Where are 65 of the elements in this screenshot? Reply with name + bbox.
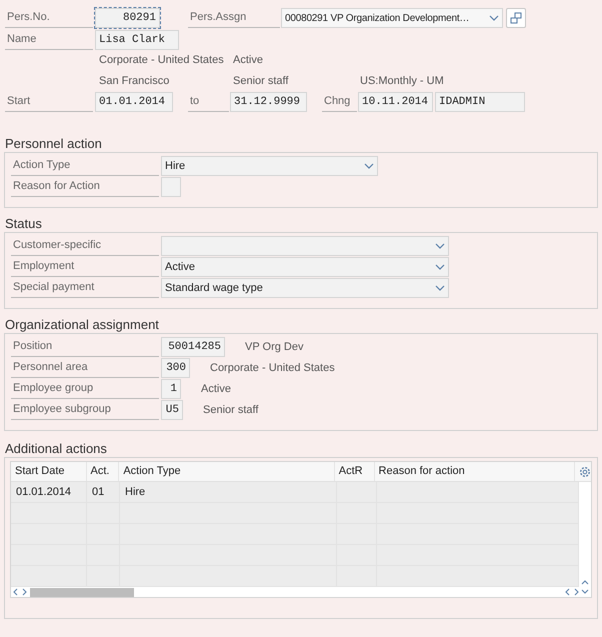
scroll-left-right-icon[interactable] <box>565 588 579 596</box>
column-header[interactable]: ActR <box>334 462 375 481</box>
input-field[interactable]: 300 <box>161 358 190 378</box>
input-field[interactable]: 01.01.2014 <box>95 92 173 112</box>
field-label: Employee group <box>11 379 159 399</box>
dropdown-field[interactable] <box>161 236 449 256</box>
field-description: VP Org Dev <box>245 340 304 355</box>
column-header[interactable]: Action Type <box>119 462 335 481</box>
table-cell: 01 <box>87 482 120 502</box>
dropdown-field[interactable]: Standard wage type <box>161 278 449 298</box>
column-header[interactable]: Reason for action <box>374 462 576 481</box>
section-title: Status <box>4 216 43 232</box>
section-title: Organizational assignment <box>4 317 160 333</box>
scrollbar-thumb[interactable] <box>30 588 134 596</box>
field-label: Pers.Assgn <box>188 8 280 28</box>
info-text: Active <box>233 53 264 68</box>
chevron-down-icon <box>435 264 445 270</box>
field-label: Chng <box>322 92 357 112</box>
input-field[interactable]: 50014285 <box>161 337 225 357</box>
input-field[interactable]: 10.11.2014 <box>358 92 433 112</box>
field-label: Employment <box>11 257 159 277</box>
two-windows-icon <box>510 12 522 24</box>
column-header[interactable]: Start Date <box>11 462 86 481</box>
field-label: Employee subgroup <box>11 400 159 420</box>
chevron-down-icon <box>489 15 499 21</box>
scroll-down-icon[interactable] <box>581 589 589 595</box>
section-title: Additional actions <box>4 441 108 457</box>
field-description: Senior staff <box>203 402 258 418</box>
switch-assignment-button[interactable] <box>506 8 526 28</box>
chevron-down-icon <box>364 163 374 169</box>
input-field[interactable]: IDADMIN <box>435 92 525 112</box>
field-label: Start <box>5 92 93 112</box>
column-header[interactable]: Act. <box>86 462 120 481</box>
field-description: Active <box>201 382 231 397</box>
field-label: Position <box>11 337 159 357</box>
info-text: Senior staff <box>233 74 290 90</box>
input-field[interactable]: 1 <box>161 379 181 399</box>
field-label: to <box>188 92 229 112</box>
info-text: US:Monthly - UM <box>360 74 444 90</box>
info-text: Corporate - United States <box>99 53 225 68</box>
field-label: Personnel area <box>11 358 159 378</box>
dropdown-field[interactable]: 00080291 VP Organization Development… <box>281 8 503 28</box>
chevron-down-icon <box>435 243 445 249</box>
dropdown-field[interactable]: Active <box>161 257 449 277</box>
input-field[interactable]: U5 <box>161 400 183 420</box>
input-field[interactable]: 80291 <box>95 8 160 28</box>
info-text: San Francisco <box>99 74 170 90</box>
table-cell: Hire <box>120 482 337 502</box>
settings-icon[interactable] <box>579 466 591 478</box>
dropdown-field[interactable]: Hire <box>161 156 378 176</box>
input-field[interactable] <box>161 177 181 197</box>
input-field[interactable]: Lisa Clark <box>95 30 179 50</box>
field-label: Reason for Action <box>11 177 159 197</box>
field-label: Pers.No. <box>5 8 93 28</box>
field-label: Name <box>5 30 93 50</box>
field-label: Action Type <box>11 156 159 176</box>
input-field[interactable]: 31.12.9999 <box>230 92 307 112</box>
chevron-down-icon <box>435 285 445 291</box>
section-title: Personnel action <box>4 136 103 152</box>
field-label: Special payment <box>11 278 159 298</box>
scroll-left-right-icon[interactable] <box>13 588 27 596</box>
scroll-up-icon[interactable] <box>581 579 589 585</box>
table-cell: 01.01.2014 <box>11 482 87 502</box>
field-description: Corporate - United States <box>210 360 335 376</box>
field-label: Customer-specific <box>11 236 159 256</box>
